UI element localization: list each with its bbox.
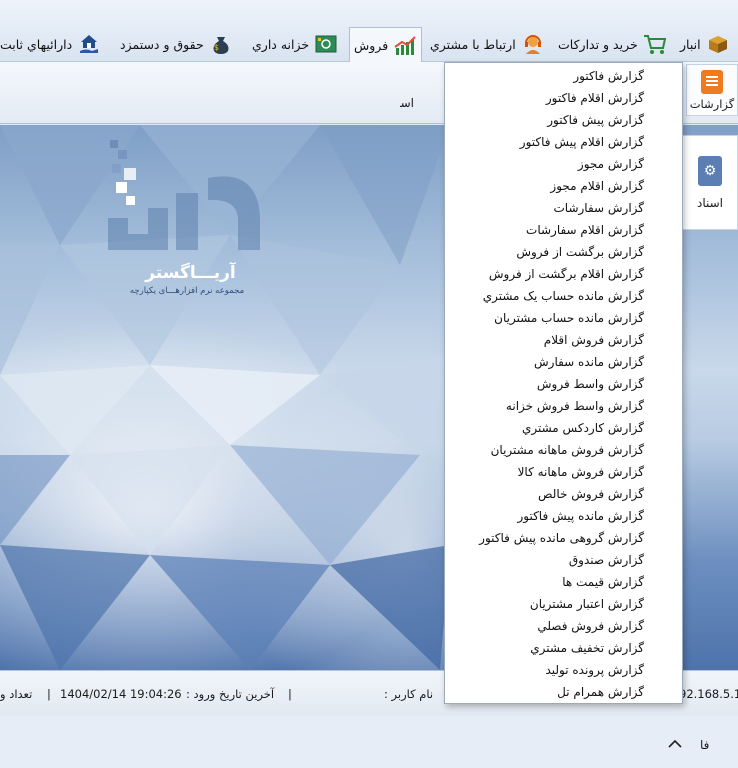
menu-item-sales-return-report[interactable]: گزارش برگشت از فروش [445,241,682,263]
shopping-cart-icon [643,32,667,56]
menu-item-proforma-items-report[interactable]: گزارش اقلام پيش فاكتور [445,131,682,153]
menu-item-sales-return-items-report[interactable]: گزارش اقلام برگشت از فروش [445,263,682,285]
ribbon-group-documents-label: اسناد [400,96,415,110]
menu-item-production-file-report[interactable]: گزارش پرونده توليد [445,659,682,681]
tab-warehouse[interactable]: انبار [680,27,730,61]
tab-crm[interactable]: ارتباط با مشتري [430,27,545,61]
status-separator-2: | [47,687,51,701]
logo-tagline: مجموعه نرم افزارهـــای یکپارچه [129,286,245,296]
tab-sales[interactable]: فروش [349,27,423,63]
box-icon [706,32,730,56]
menu-item-customer-balance-report[interactable]: گزارش مانده حساب يک مشتري [445,285,682,307]
money-bag-icon: $ [209,32,233,56]
report-icon [701,69,723,94]
tab-payroll[interactable]: $ حقوق و دستمزد [120,27,233,61]
document-gear-icon: ⚙ [698,155,722,186]
menu-item-permit-items-report[interactable]: گزارش اقلام مجوز [445,175,682,197]
status-separator-1: | [288,687,292,701]
menu-item-prices-report[interactable]: گزارش قيمت ها [445,571,682,593]
documents-panel-label: اسناد [696,195,723,210]
chevron-up-icon[interactable] [665,734,685,754]
tab-payroll-label: حقوق و دستمزد [120,36,204,52]
menu-item-sales-broker-report[interactable]: گزارش واسط فروش [445,373,682,395]
menu-item-cashbox-report[interactable]: گزارش صندوق [445,549,682,571]
logo-mark [108,140,260,250]
status-username-label: نام کاربر : [384,687,434,701]
tab-fixed-assets-label: دارائيهاي ثابت [0,36,73,52]
tab-fixed-assets[interactable]: دارائيهاي ثابت [0,27,101,61]
tab-treasury[interactable]: خزانه داري [252,27,338,61]
menu-item-permit-report[interactable]: گزارش مجوز [445,153,682,175]
tab-crm-label: ارتباط با مشتري [430,36,516,52]
menu-item-net-sales-report[interactable]: گزارش فروش خالص [445,483,682,505]
menu-item-order-balance-report[interactable]: گزارش مانده سفارش [445,351,682,373]
status-last-login-value: 1404/02/14 19:04:26 [60,687,182,701]
menu-item-monthly-customer-sales-report[interactable]: گزارش فروش ماهانه مشتريان [445,439,682,461]
taskbar-strip [0,716,738,768]
sales-reports-dropdown: گزارش فاكتور گزارش اقلام فاكتور گزارش پي… [444,62,683,704]
reports-button-label: گزارشات [689,96,735,111]
status-last-login-label: آخرین تاریخ ورود : [186,687,275,701]
safe-icon [314,32,338,56]
menu-item-order-items-report[interactable]: گزارش اقلام سفارشات [445,219,682,241]
ribbon-group-documents: اسناد [400,96,450,110]
tab-treasury-label: خزانه داري [252,36,310,52]
language-indicator[interactable]: فا [700,738,709,752]
menu-item-customer-discount-report[interactable]: گزارش تخفيف مشتري [445,637,682,659]
headset-icon [521,32,545,56]
menu-item-proforma-report[interactable]: گزارش پيش فاكتور [445,109,682,131]
menu-item-items-sales-report[interactable]: گزارش فروش اقلام [445,329,682,351]
menu-item-proforma-balance-report[interactable]: گزارش مانده پيش فاكتور [445,505,682,527]
documents-panel-button[interactable]: ⚙ اسناد [682,135,738,230]
menu-item-customer-credit-report[interactable]: گزارش اعتبار مشتريان [445,593,682,615]
menu-item-monthly-goods-sales-report[interactable]: گزارش فروش ماهانه كالا [445,461,682,483]
menu-item-sales-broker-treasury-report[interactable]: گزارش واسط فروش خزانه [445,395,682,417]
tab-warehouse-label: انبار [680,36,701,52]
svg-text:$: $ [214,43,219,52]
status-ip: 92.168.5.1 [679,687,738,701]
main-menu-bar: انبار خريد و تداركات ارتباط با مشتري فرو… [0,0,738,63]
menu-item-seasonal-sales-report[interactable]: گزارش فروش فصلي [445,615,682,637]
menu-item-invoice-items-report[interactable]: گزارش اقلام فاكتور [445,87,682,109]
reports-button[interactable]: گزارشات [686,64,738,116]
sales-chart-icon [393,34,417,58]
status-count-label: تعداد و [0,687,33,701]
menu-item-customers-balance-report[interactable]: گزارش مانده حساب مشتريان [445,307,682,329]
aryagostar-logo: آریـــاگستر مجموعه نرم افزارهـــای یکپار… [108,138,264,303]
menu-item-orders-report[interactable]: گزارش سفارشات [445,197,682,219]
menu-item-group-proforma-balance-report[interactable]: گزارش گروهی مانده پيش فاكتور [445,527,682,549]
menu-item-hamrah-tel-report[interactable]: گزارش همرام تل [445,681,682,703]
tab-purchasing[interactable]: خريد و تداركات [558,27,667,61]
logo-brand-name: آریـــاگستر [145,263,236,283]
house-hand-icon [77,32,101,56]
menu-item-customer-cardex-report[interactable]: گزارش كاردكس مشتري [445,417,682,439]
tab-sales-label: فروش [354,38,389,53]
tab-purchasing-label: خريد و تداركات [558,36,638,52]
menu-item-invoice-report[interactable]: گزارش فاكتور [445,65,682,87]
